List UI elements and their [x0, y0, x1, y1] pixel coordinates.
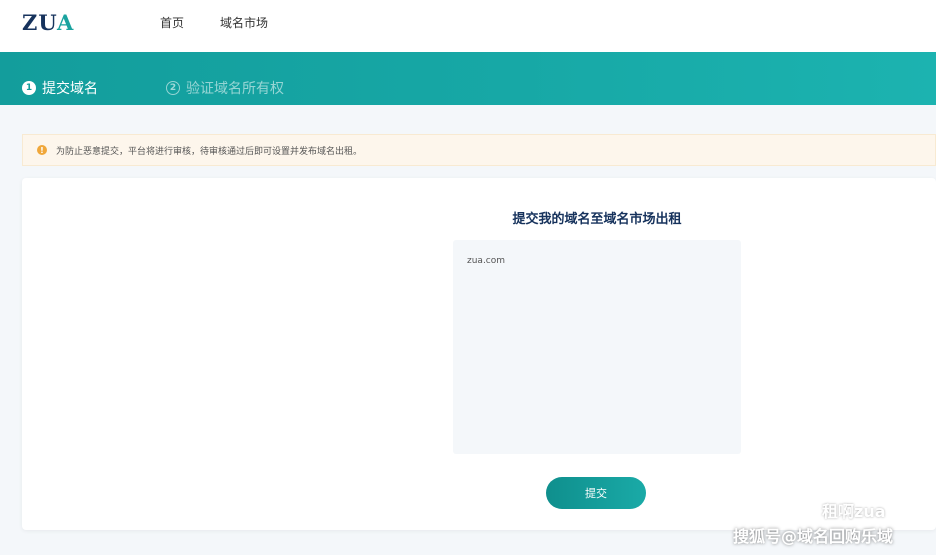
- notice-text: 为防止恶意提交，平台将进行审核，待审核通过后即可设置并发布域名出租。: [56, 146, 363, 157]
- warning-icon: !: [37, 145, 47, 155]
- wechat-icon: [790, 500, 816, 519]
- submit-button[interactable]: 提交: [546, 477, 646, 509]
- wechat-watermark-text: 租啊zua: [822, 502, 886, 521]
- nav-domain-market[interactable]: 域名市场: [220, 14, 268, 31]
- step-number-2: 2: [166, 81, 180, 95]
- steps-banner: [0, 52, 936, 105]
- logo-text: ZUA: [22, 9, 75, 35]
- step-label-2: 验证域名所有权: [186, 81, 284, 97]
- review-notice: ! 为防止恶意提交，平台将进行审核，待审核通过后即可设置并发布域名出租。: [22, 134, 936, 166]
- card-title: 提交我的域名至域名市场出租: [512, 212, 682, 227]
- zua-logo[interactable]: ZUA: [22, 9, 75, 35]
- step-number-1: 1: [22, 81, 36, 95]
- step-submit-domain: 1 提交域名: [22, 78, 98, 98]
- domain-input[interactable]: [453, 240, 741, 454]
- step-label-1: 提交域名: [42, 81, 98, 97]
- wechat-watermark: 租啊zua: [790, 498, 886, 522]
- top-nav: ZUA 首页 域名市场: [0, 0, 936, 52]
- step-verify-ownership: 2 验证域名所有权: [166, 78, 284, 98]
- nav-home[interactable]: 首页: [160, 14, 184, 31]
- sohu-watermark: 搜狐号@域名回购乐域: [733, 527, 894, 546]
- submit-domain-card: 提交我的域名至域名市场出租 提交: [22, 178, 936, 530]
